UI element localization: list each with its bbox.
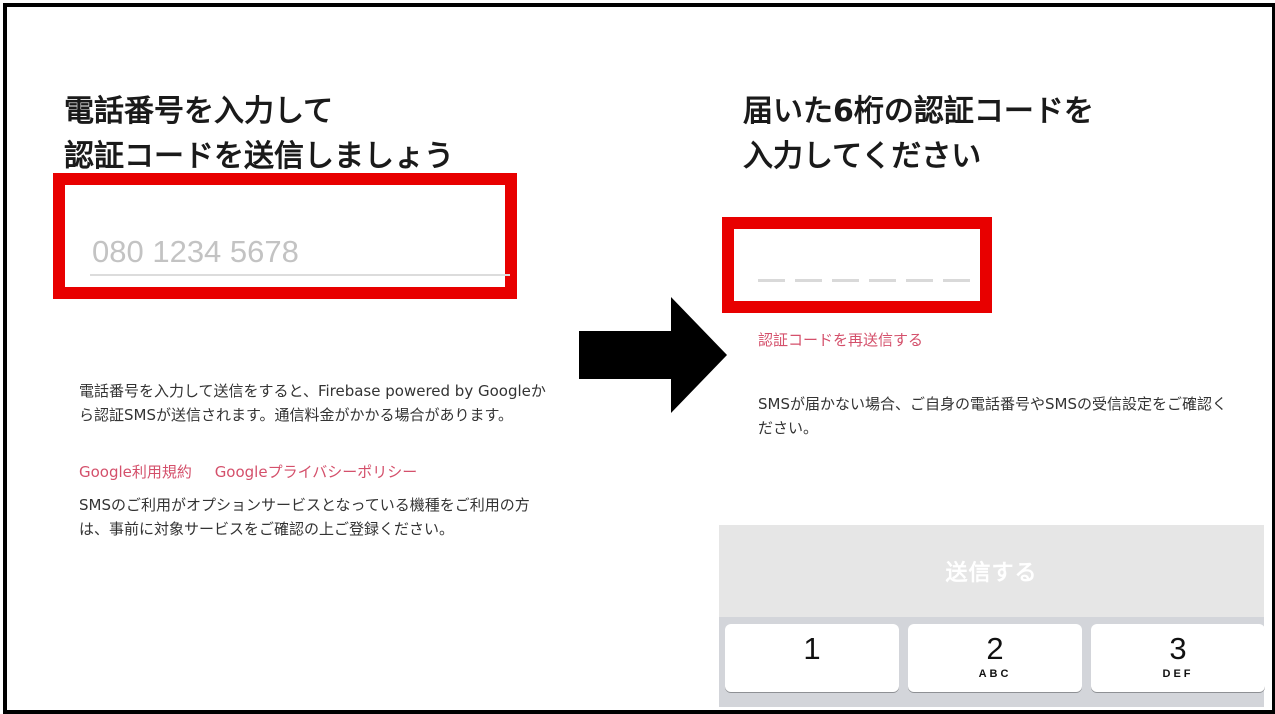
key-3-letters: DEF [1162, 668, 1194, 680]
numeric-keypad: 1 2 ABC 3 DEF [719, 617, 1265, 707]
firebase-description: 電話番号を入力して送信をすると、Firebase powered by Goog… [79, 382, 546, 424]
code-digit-slot[interactable] [869, 279, 896, 282]
code-digit-slot[interactable] [906, 279, 933, 282]
code-digit-slot[interactable] [758, 279, 785, 282]
right-arrow-icon [579, 297, 727, 413]
phone-input-highlight [53, 173, 517, 299]
google-terms-link[interactable]: Google利用規約 [79, 463, 192, 481]
key-1[interactable]: 1 [725, 624, 899, 692]
key-2[interactable]: 2 ABC [908, 624, 1082, 692]
code-title-line1: 届いた6桁の認証コードを [743, 94, 1094, 129]
key-3-number: 3 [1169, 631, 1187, 666]
code-title-line2: 入力してください [743, 139, 982, 174]
code-digit-slot[interactable] [795, 279, 822, 282]
code-input-highlight [722, 217, 992, 313]
code-digit-slot[interactable] [943, 279, 970, 282]
key-1-number: 1 [803, 631, 821, 666]
code-title: 届いた6桁の認証コードを 入力してください [743, 89, 1094, 179]
phone-number-input[interactable] [90, 230, 510, 276]
screenshot-frame: 電話番号を入力して 認証コードを送信しましょう 電話番号を入力して送信をすると、… [3, 3, 1275, 714]
code-digit-slot[interactable] [832, 279, 859, 282]
phone-title: 電話番号を入力して 認証コードを送信しましょう [64, 89, 454, 179]
verification-code-input[interactable] [758, 279, 970, 282]
policy-links: Google利用規約 Googleプライバシーポリシー [79, 460, 435, 484]
resend-code-link[interactable]: 認証コードを再送信する [758, 329, 923, 350]
phone-title-line1: 電話番号を入力して [64, 94, 334, 129]
submit-button[interactable]: 送信する [719, 525, 1264, 617]
sms-option-note: SMSのご利用がオプションサービスとなっている機種をご利用の方は、事前に対象サー… [79, 496, 530, 538]
google-privacy-link[interactable]: Googleプライバシーポリシー [215, 463, 418, 481]
key-2-letters: ABC [978, 668, 1012, 680]
key-3[interactable]: 3 DEF [1091, 624, 1265, 692]
sms-help-note: SMSが届かない場合、ご自身の電話番号やSMSの受信設定をご確認ください。 [758, 395, 1227, 437]
key-2-number: 2 [986, 631, 1004, 666]
